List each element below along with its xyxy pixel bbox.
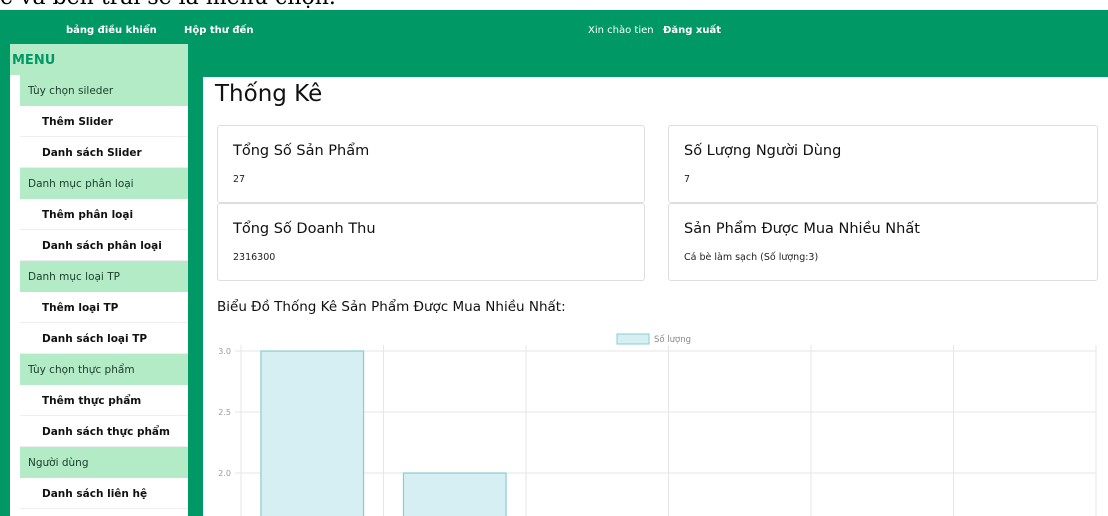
menu-group-slider[interactable]: Tùy chọn sileder (20, 75, 188, 106)
greeting-text: Xin chào tien (588, 25, 654, 36)
menu-group-food-type[interactable]: Danh mục loại TP (20, 261, 188, 292)
menu-group-users[interactable]: Người dùng (20, 447, 188, 478)
document-caption: ê và bên trái sẽ là menu chọn. (0, 0, 1108, 10)
bar (260, 350, 365, 516)
menu-list: Tùy chọn sileder Thêm Slider Danh sách S… (10, 75, 188, 509)
menu-item-category-list[interactable]: Danh sách phân loại (20, 230, 188, 261)
menu-item-food-list[interactable]: Danh sách thực phẩm (20, 416, 188, 447)
legend-label: Số lượng (654, 334, 691, 345)
menu-group-category[interactable]: Danh mục phân loại (20, 168, 188, 199)
y-tick-label: 2.0 (218, 469, 231, 478)
menu-title: MENU (10, 44, 188, 75)
top-navbar: bảng điều khiển Hộp thư đến Xin chào tie… (0, 10, 1108, 44)
bar (402, 472, 507, 516)
menu-item-add-slider[interactable]: Thêm Slider (20, 106, 188, 137)
menu-item-slider-list[interactable]: Danh sách Slider (20, 137, 188, 168)
menu-item-food-type-list[interactable]: Danh sách loại TP (20, 323, 188, 354)
menu-item-contact-list[interactable]: Danh sách liên hệ (20, 478, 188, 509)
caption-text: ê và bên trái sẽ là menu chọn. (0, 0, 336, 10)
menu-item-add-food-type[interactable]: Thêm loại TP (20, 292, 188, 323)
menu-group-food[interactable]: Tùy chọn thực phẩm (20, 354, 188, 385)
legend-swatch (616, 333, 650, 345)
dashboard-link[interactable]: bảng điều khiển (66, 25, 157, 36)
admin-frame: bảng điều khiển Hộp thư đến Xin chào tie… (0, 10, 1108, 516)
main-content: Thống Kê Tổng Số Sản Phẩm 27 Số Lượng Ng… (203, 77, 1108, 516)
y-tick-label: 2.5 (218, 408, 231, 417)
bar-chart: 3.0 2.5 2.0 Số lượng (218, 333, 1097, 516)
y-tick-label: 3.0 (218, 347, 231, 356)
menu-item-add-food[interactable]: Thêm thực phẩm (20, 385, 188, 416)
menu-item-add-category[interactable]: Thêm phân loại (20, 199, 188, 230)
logout-link[interactable]: Đăng xuất (663, 25, 721, 36)
inbox-link[interactable]: Hộp thư đến (184, 25, 253, 36)
sidebar-menu: MENU Tùy chọn sileder Thêm Slider Danh s… (10, 44, 188, 516)
